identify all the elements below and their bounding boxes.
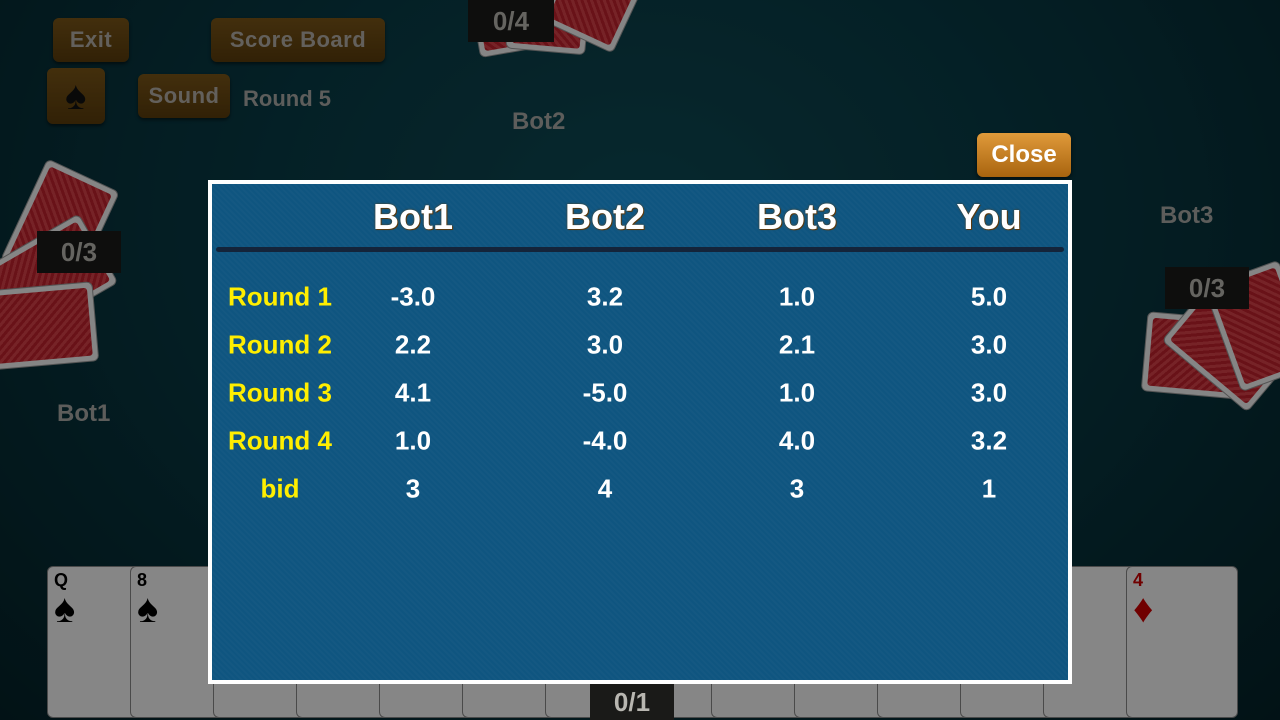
column-header: Bot3 [757, 196, 837, 237]
score-cell: 1.0 [394, 425, 432, 456]
close-button[interactable]: Close [977, 133, 1071, 177]
score-cell: 3.0 [970, 377, 1008, 408]
score-cell: 1.0 [778, 377, 816, 408]
score-cell: 4 [597, 473, 613, 504]
score-cell: 5.0 [970, 281, 1008, 312]
column-header: Bot2 [565, 196, 645, 237]
score-cell: 1.0 [778, 281, 816, 312]
score-cell: 2.2 [394, 329, 432, 360]
score-cell: 3.0 [586, 329, 624, 360]
player-tricks: 0/1 [590, 684, 674, 720]
score-cell: 2.1 [778, 329, 816, 360]
score-cell: 1 [981, 473, 997, 504]
score-cell: 3.0 [970, 329, 1008, 360]
score-cell: -5.0 [582, 377, 628, 408]
column-header: Bot1 [373, 196, 453, 237]
score-cell: 4.0 [778, 425, 816, 456]
column-header: You [956, 196, 1022, 237]
score-cell: 3.2 [586, 281, 624, 312]
score-cell: 3 [405, 473, 421, 504]
score-cell: -4.0 [582, 425, 628, 456]
score-cell: 3 [789, 473, 805, 504]
score-cell: 3.2 [970, 425, 1008, 456]
score-cell: 4.1 [394, 377, 432, 408]
scoreboard-panel: Bot1 Bot2 Bot3 You Round 1 -3.0 3.2 1.0 5.0 Round… [208, 180, 1072, 684]
header-divider [216, 247, 1064, 252]
score-cell: -3.0 [390, 281, 436, 312]
